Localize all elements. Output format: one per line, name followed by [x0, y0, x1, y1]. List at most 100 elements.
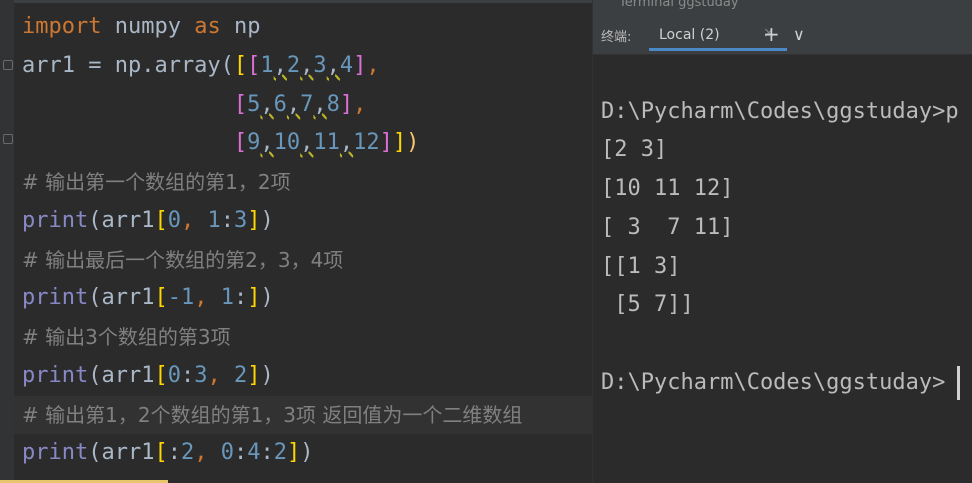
code-token: ] [379, 130, 393, 155]
code-token: , [353, 92, 367, 117]
fold-close-icon[interactable] [3, 134, 13, 144]
code-token: as [194, 14, 221, 39]
comment-text: # 输出第一个数组的第1，2项 [22, 170, 291, 194]
code-token: [ [247, 53, 261, 78]
code-token: 4 [247, 440, 261, 465]
code-token: -1 [167, 285, 195, 310]
code-token: ] [353, 53, 367, 78]
code-token: 3 [194, 363, 208, 388]
terminal-output-line: [2 3] [601, 137, 668, 162]
code-comment-line[interactable]: # 输出3个数组的第3项 [22, 318, 231, 356]
code-token: : [167, 440, 181, 465]
code-token: , [300, 53, 314, 78]
comment-text: # 输出最后一个数组的第2，3，4项 [22, 248, 344, 272]
fold-open-icon[interactable] [3, 60, 13, 70]
code-token: print [22, 363, 89, 388]
code-token: : [233, 285, 248, 310]
code-token: (arr1 [88, 208, 155, 233]
code-token: arr1 = np.array( [22, 53, 234, 78]
code-token: 0 [167, 363, 181, 388]
code-token: ) [406, 130, 420, 155]
code-line[interactable]: import numpy as np [22, 8, 260, 46]
code-token: , [194, 285, 221, 310]
code-line[interactable]: print(arr1[0, 1:3]) [22, 202, 274, 240]
code-token: 2 [273, 440, 287, 465]
code-token: print [22, 285, 89, 310]
code-token: ] [286, 440, 301, 465]
code-token: [ [154, 440, 168, 465]
code-token: , [366, 53, 380, 78]
code-comment-line[interactable]: # 输出最后一个数组的第2，3，4项 [22, 241, 343, 279]
terminal-panel[interactable]: Terminal ggstuday 终端: Local (2) × + ∨ D:… [592, 0, 972, 483]
code-token: , [273, 53, 287, 78]
editor-top-border [0, 0, 592, 3]
code-token: numpy [101, 14, 195, 39]
terminal-label: 终端: [601, 30, 632, 45]
terminal-output-line: D:\Pycharm\Codes\ggstuday> [601, 370, 946, 395]
code-token: : [233, 440, 248, 465]
code-token: [ [233, 130, 248, 155]
code-token: ] [247, 363, 261, 388]
code-token: , [300, 130, 314, 155]
code-token: [ [233, 53, 248, 78]
code-token: 10 [273, 130, 301, 155]
code-token: , [313, 92, 327, 117]
code-token: ) [300, 440, 314, 465]
code-token: 2 [180, 440, 195, 465]
code-token: 6 [273, 92, 287, 117]
code-token: 3 [313, 53, 327, 78]
code-comment-line[interactable]: # 输出第一个数组的第1，2项 [22, 163, 291, 201]
code-token: 11 [313, 130, 340, 155]
terminal-output-line: [5 7]] [601, 292, 694, 317]
comment-text: # 输出第1，2个数组的第1，3项 返回值为一个二维数组 [22, 403, 523, 427]
code-token: [ [154, 208, 168, 233]
code-comment-line[interactable]: # 输出第1，2个数组的第1，3项 返回值为一个二维数组 [22, 396, 522, 434]
code-token: : [220, 208, 234, 233]
code-token: 2 [233, 363, 248, 388]
code-token: [ [154, 285, 168, 310]
code-token: ] [247, 285, 261, 310]
code-token: [ [233, 92, 248, 117]
code-line[interactable]: [9,10,11,12]]) [22, 124, 420, 162]
code-token: , [260, 92, 274, 117]
code-token: 8 [326, 92, 340, 117]
code-editor[interactable]: import numpy as np arr1 = np.array([[1,2,… [0, 0, 592, 483]
code-token: 0 [167, 208, 181, 233]
code-token: , [326, 53, 340, 78]
code-token: 0 [220, 440, 234, 465]
terminal-cursor [957, 366, 960, 400]
code-token: , [260, 130, 274, 155]
code-token: ) [260, 208, 274, 233]
add-tab-icon[interactable]: + [763, 22, 780, 46]
code-token: print [22, 440, 89, 465]
code-token: ] [247, 208, 261, 233]
code-token: ] [339, 92, 354, 117]
code-token: ) [260, 285, 274, 310]
code-line[interactable]: [5,6,7,8], [22, 86, 367, 124]
code-token: ] [392, 130, 407, 155]
code-line[interactable]: print(arr1[:2, 0:4:2]) [22, 434, 313, 472]
code-line[interactable]: print(arr1[0:3, 2]) [22, 357, 274, 395]
comment-text: # 输出3个数组的第3项 [22, 325, 231, 349]
code-token: 5 [247, 92, 261, 117]
terminal-title: Terminal ggstuday [619, 0, 739, 10]
code-token: 7 [300, 92, 314, 117]
terminal-tab-label: Local (2) [659, 27, 720, 43]
code-token: np [220, 14, 261, 39]
terminal-output-line: D:\Pycharm\Codes\ggstuday>p [601, 99, 959, 124]
code-line[interactable]: arr1 = np.array([[1,2,3,4], [22, 47, 380, 85]
code-token: 1 [220, 285, 234, 310]
code-token: [ [154, 363, 168, 388]
terminal-output-line: [ 3 7 11] [601, 215, 734, 240]
code-token: , [180, 208, 208, 233]
code-token: 12 [353, 130, 380, 155]
code-token: 1 [207, 208, 221, 233]
code-token: : [260, 440, 274, 465]
chevron-down-icon[interactable]: ∨ [793, 25, 805, 44]
code-token: (arr1 [88, 440, 155, 465]
code-line[interactable]: print(arr1[-1, 1:]) [22, 279, 274, 317]
code-token: print [22, 208, 89, 233]
code-token: , [339, 130, 354, 155]
